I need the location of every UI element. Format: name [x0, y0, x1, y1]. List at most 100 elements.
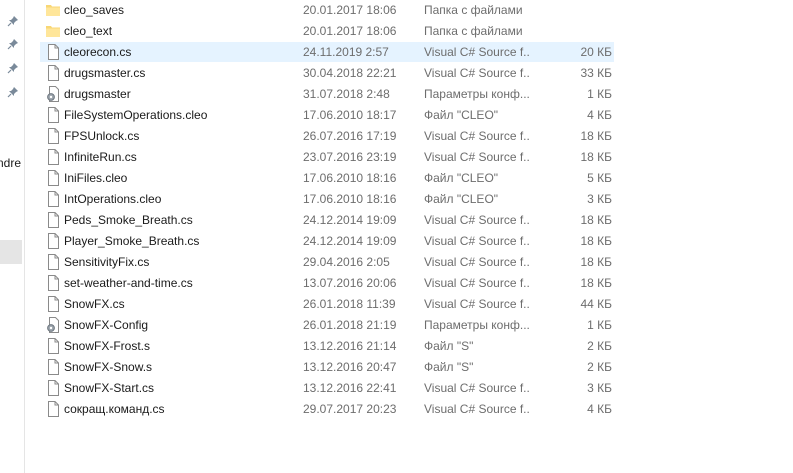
- file-size: 18 КБ: [580, 129, 612, 143]
- file-size: 18 КБ: [580, 234, 612, 248]
- file-row[interactable]: SnowFX-Config 26.01.2018 21:19 Параметры к…: [40, 315, 614, 335]
- file-name: drugsmaster.cs: [64, 66, 146, 80]
- file-icon: [46, 65, 60, 81]
- file-date-modified: 30.04.2018 22:21: [303, 66, 397, 80]
- folder-icon: [46, 23, 60, 39]
- file-date-modified: 17.06.2010 18:17: [303, 108, 397, 122]
- file-date-modified: 26.01.2018 11:39: [303, 297, 396, 311]
- config-file-icon: [46, 317, 60, 333]
- file-date-modified: 13.12.2016 22:41: [303, 381, 397, 395]
- file-type: Visual C# Source f...: [424, 150, 529, 164]
- file-name: cleorecon.cs: [64, 45, 132, 59]
- file-type: Параметры конф...: [424, 318, 529, 332]
- file-row[interactable]: cleo_text 20.01.2017 18:06 Папка с файлами: [40, 21, 614, 41]
- file-type: Visual C# Source f...: [424, 381, 529, 395]
- file-date-modified: 24.12.2014 19:09: [303, 234, 397, 248]
- file-row[interactable]: SnowFX-Frost.s 13.12.2016 21:14 Файл "S" 2 …: [40, 336, 614, 356]
- file-row[interactable]: set-weather-and-time.cs 13.07.2016 20:06 V…: [40, 273, 614, 293]
- file-row[interactable]: drugsmaster.cs 30.04.2018 22:21 Visual C# …: [40, 63, 614, 83]
- file-date-modified: 29.07.2017 20:23: [303, 402, 397, 416]
- file-row[interactable]: FileSystemOperations.cleo 17.06.2010 18:1…: [40, 105, 614, 125]
- file-size: 18 КБ: [580, 150, 612, 164]
- file-size: 3 КБ: [587, 381, 612, 395]
- file-size: 3 КБ: [587, 192, 612, 206]
- file-row[interactable]: Player_Smoke_Breath.cs 24.12.2014 19:09 Vi…: [40, 231, 614, 251]
- file-date-modified: 13.12.2016 20:47: [303, 360, 397, 374]
- file-date-modified: 20.01.2017 18:06: [303, 3, 397, 17]
- file-icon: [46, 128, 60, 144]
- file-type: Visual C# Source f...: [424, 129, 529, 143]
- file-row[interactable]: SnowFX-Snow.s 13.12.2016 20:47 Файл "S" 2 К…: [40, 357, 614, 377]
- file-row[interactable]: SensitivityFix.cs 29.04.2016 2:05 Visual C…: [40, 252, 614, 272]
- file-size: 2 КБ: [587, 360, 612, 374]
- file-date-modified: 29.04.2016 2:05: [303, 255, 390, 269]
- file-icon: [46, 338, 60, 354]
- file-size: 4 КБ: [587, 108, 612, 122]
- file-size: 44 КБ: [580, 297, 612, 311]
- file-row[interactable]: SnowFX.cs 26.01.2018 11:39 Visual C# Sourc…: [40, 294, 614, 314]
- file-type: Файл "S": [424, 339, 474, 353]
- file-name: SensitivityFix.cs: [64, 255, 150, 269]
- file-name: IntOperations.cleo: [64, 192, 162, 206]
- pin-icon[interactable]: [7, 38, 19, 50]
- nav-selected-item[interactable]: [0, 240, 22, 264]
- file-name: SnowFX.cs: [64, 297, 125, 311]
- file-row[interactable]: IntOperations.cleo 17.06.2010 18:16 Файл "…: [40, 189, 614, 209]
- file-type: Папка с файлами: [424, 24, 523, 38]
- file-type: Visual C# Source f...: [424, 297, 529, 311]
- file-date-modified: 24.11.2019 2:57: [303, 45, 389, 59]
- file-date-modified: 31.07.2018 2:48: [303, 87, 390, 101]
- file-row[interactable]: drugsmaster 31.07.2018 2:48 Параметры конф…: [40, 84, 614, 104]
- file-row[interactable]: cleorecon.cs 24.11.2019 2:57 Visual C# Sou…: [40, 42, 614, 62]
- file-row[interactable]: SnowFX-Start.cs 13.12.2016 22:41 Visual C#…: [40, 378, 614, 398]
- config-file-icon: [46, 86, 60, 102]
- nav-item-label[interactable]: ndre: [0, 156, 21, 170]
- file-icon: [46, 149, 60, 165]
- file-name: IniFiles.cleo: [64, 171, 128, 185]
- file-type: Visual C# Source f...: [424, 45, 529, 59]
- file-name: Player_Smoke_Breath.cs: [64, 234, 200, 248]
- file-size: 4 КБ: [587, 402, 612, 416]
- file-date-modified: 23.07.2016 23:19: [303, 150, 397, 164]
- file-date-modified: 17.06.2010 18:16: [303, 192, 397, 206]
- file-type: Visual C# Source f...: [424, 66, 529, 80]
- file-icon: [46, 212, 60, 228]
- file-icon: [46, 359, 60, 375]
- file-size: 2 КБ: [587, 339, 612, 353]
- file-name: SnowFX-Frost.s: [64, 339, 151, 353]
- file-icon: [46, 44, 60, 60]
- file-type: Файл "CLEO": [424, 108, 499, 122]
- file-date-modified: 26.07.2016 17:19: [303, 129, 397, 143]
- file-row[interactable]: cleo_saves 20.01.2017 18:06 Папка с файлам…: [40, 0, 614, 20]
- file-icon: [46, 233, 60, 249]
- file-type: Файл "CLEO": [424, 171, 499, 185]
- file-icon: [46, 380, 60, 396]
- file-type: Visual C# Source f...: [424, 276, 529, 290]
- file-name: drugsmaster: [64, 87, 131, 101]
- file-size: 1 КБ: [587, 318, 612, 332]
- file-type: Файл "S": [424, 360, 474, 374]
- file-size: 5 КБ: [587, 171, 612, 185]
- file-row[interactable]: InfiniteRun.cs 23.07.2016 23:19 Visual C# …: [40, 147, 614, 167]
- file-date-modified: 24.12.2014 19:09: [303, 213, 397, 227]
- file-row[interactable]: IniFiles.cleo 17.06.2010 18:16 Файл "CLEO"…: [40, 168, 614, 188]
- file-name: SnowFX-Start.cs: [64, 381, 155, 395]
- file-row[interactable]: Peds_Smoke_Breath.cs 24.12.2014 19:09 Visu…: [40, 210, 614, 230]
- file-name: cleo_text: [64, 24, 113, 38]
- file-type: Visual C# Source f...: [424, 402, 529, 416]
- file-type: Visual C# Source f...: [424, 234, 529, 248]
- pin-icon[interactable]: [7, 86, 19, 98]
- file-type: Visual C# Source f...: [424, 255, 529, 269]
- file-name: SnowFX-Snow.s: [64, 360, 153, 374]
- file-name: set-weather-and-time.cs: [64, 276, 193, 290]
- pin-icon[interactable]: [7, 62, 19, 74]
- file-date-modified: 13.12.2016 21:14: [303, 339, 397, 353]
- pin-icon[interactable]: [7, 15, 19, 27]
- file-row[interactable]: FPSUnlock.cs 26.07.2016 17:19 Visual C# So…: [40, 126, 614, 146]
- file-name: сокращ.команд.cs: [64, 402, 165, 416]
- file-name: SnowFX-Config: [64, 318, 149, 332]
- file-size: 18 КБ: [580, 255, 612, 269]
- file-row[interactable]: сокращ.команд.cs 29.07.2017 20:23 Visual C…: [40, 399, 614, 419]
- file-name: FPSUnlock.cs: [64, 129, 140, 143]
- file-name: FileSystemOperations.cleo: [64, 108, 208, 122]
